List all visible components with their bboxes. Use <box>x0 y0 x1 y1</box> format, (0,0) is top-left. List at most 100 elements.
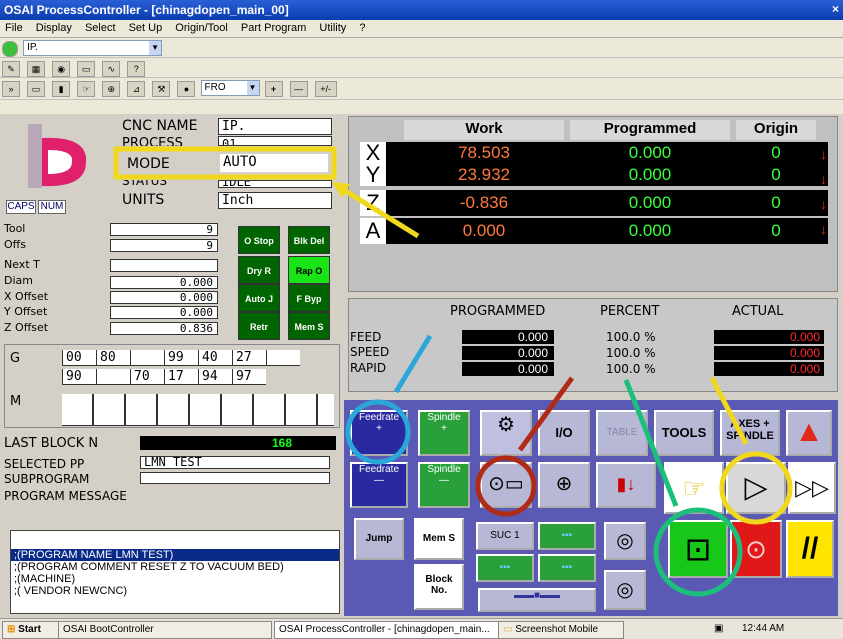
speed-percent: 100.0 % <box>606 346 656 360</box>
spindle-plus-button[interactable]: Spindle + <box>418 410 470 456</box>
mem-s-mode-button[interactable]: Mem S <box>288 312 330 340</box>
feed-actual: 0.000 <box>714 330 824 344</box>
plusminus-button[interactable]: +/- <box>314 81 337 97</box>
conveyor2-button[interactable]: ▪▪▪ <box>476 554 534 582</box>
program-listing[interactable]: ;(PROGRAM NAME LMN TEST) ;(PROGRAM COMME… <box>10 530 340 614</box>
feed-percent-header: PERCENT <box>600 304 660 319</box>
step-icon[interactable]: ▭ <box>27 81 46 97</box>
program-line[interactable]: ;(MACHINE) <box>11 573 339 585</box>
start-button[interactable]: ⊞ Start <box>2 621 60 639</box>
task-processcontroller[interactable]: OSAI ProcessController - [chinagdopen_ma… <box>274 621 500 639</box>
spindle-icon: ◎ <box>616 579 634 601</box>
fro-combo[interactable]: FRO ▼ <box>200 80 260 96</box>
pencil-icon[interactable]: ✎ <box>2 61 20 77</box>
menu-select[interactable]: Select <box>80 20 121 36</box>
hand-icon: ☞ <box>682 473 706 503</box>
find-zero-button[interactable]: ⊕ <box>538 462 590 508</box>
speed-label: SPEED <box>350 345 390 359</box>
axes-spindle-button[interactable]: AXES + SPINDLE <box>720 410 780 456</box>
feedrate-minus-button[interactable]: Feedrate — <box>350 462 408 508</box>
rap-o-button[interactable]: Rap O <box>288 256 330 284</box>
program-line[interactable]: ;(PROGRAM COMMENT RESET Z TO VACUUM BED) <box>11 561 339 573</box>
menu-utility[interactable]: Utility <box>314 20 351 36</box>
g-cell <box>266 350 300 366</box>
status-light-icon <box>2 41 18 57</box>
g-cell: 94 <box>198 369 232 385</box>
blk-del-button[interactable]: Blk Del <box>288 226 330 254</box>
conveyor-icon: ▪▪▪ <box>499 562 511 573</box>
o-stop-button[interactable]: O Stop <box>238 226 280 254</box>
close-button[interactable]: × <box>832 2 839 16</box>
m-cells <box>62 394 334 426</box>
rapid-percent: 100.0 % <box>606 362 656 376</box>
table-button[interactable]: TABLE <box>596 410 648 456</box>
program-line[interactable]: ;( VENDOR NEWCNC) <box>11 585 339 597</box>
io-button[interactable]: I/O <box>538 410 590 456</box>
machine-button[interactable]: ⚙ <box>480 410 532 456</box>
windows-icon: ⊞ <box>7 624 16 635</box>
minus-button[interactable]: — <box>289 81 308 97</box>
menu-file[interactable]: File <box>0 20 28 36</box>
grid-icon[interactable]: ▦ <box>27 61 46 77</box>
program-line[interactable]: ;(PROGRAM NAME LMN TEST) <box>11 549 339 561</box>
spindle-on-button[interactable]: ◎ <box>604 522 646 560</box>
tools-button[interactable]: TOOLS <box>654 410 714 456</box>
task-bootcontroller[interactable]: OSAI BootController <box>58 621 272 639</box>
process-combo[interactable]: IP. ▼ <box>23 40 163 56</box>
continuous-button[interactable]: ▷▷ <box>788 462 836 514</box>
suc1-button[interactable]: SUC 1 <box>476 522 534 550</box>
single-step-button[interactable]: ▷ <box>726 462 786 514</box>
spindle-minus-button[interactable]: Spindle — <box>418 462 470 508</box>
spindle-icon: ◎ <box>616 530 634 552</box>
feedrate-plus-button[interactable]: Feedrate + <box>350 410 408 456</box>
g-cell: 40 <box>198 350 232 366</box>
conveyor-icon: ▪▪▪ <box>561 530 573 541</box>
spindle-down-button[interactable]: ▮↓ <box>596 462 656 508</box>
jump-button[interactable]: Jump <box>354 518 404 560</box>
alarm-button[interactable]: ▲ <box>786 410 832 456</box>
menu-help[interactable]: ? <box>354 20 370 36</box>
last-block-label: LAST BLOCK N <box>4 436 99 451</box>
plus-button[interactable]: + <box>264 81 283 97</box>
mem-s-button[interactable]: Mem S <box>414 518 464 560</box>
help-icon[interactable]: ? <box>127 61 146 77</box>
folder-icon[interactable]: ▭ <box>77 61 96 77</box>
path-button[interactable]: ⊙▭ <box>480 462 532 508</box>
cycle-icon[interactable]: » <box>2 81 20 97</box>
f-byp-button[interactable]: F Byp <box>288 284 330 312</box>
axis-origin-x: 0 <box>771 143 781 162</box>
cycle-stop-button[interactable]: ⊙ <box>730 520 782 578</box>
units-value: Inch <box>218 192 332 209</box>
menu-display[interactable]: Display <box>31 20 77 36</box>
axis-origin-a: 0 <box>771 221 781 240</box>
conveyor-button[interactable]: ▪▪▪ <box>538 522 596 550</box>
block-no-button[interactable]: Block No. <box>414 564 464 610</box>
axis-work-a: 0.000 <box>462 221 506 240</box>
hand-icon[interactable]: ☞ <box>77 81 96 97</box>
wave-icon[interactable]: ∿ <box>102 61 121 77</box>
menu-part-program[interactable]: Part Program <box>236 20 311 36</box>
disk-icon[interactable]: ◉ <box>52 61 71 77</box>
stop-icon[interactable]: ● <box>177 81 196 97</box>
spindle2-button[interactable]: ◎ <box>604 570 646 610</box>
reset-button[interactable]: // <box>786 520 834 578</box>
x-offset-label: X Offset <box>4 290 49 303</box>
offset-icon[interactable]: ⊿ <box>127 81 146 97</box>
jog-hand-button[interactable]: ☞ <box>664 462 724 514</box>
retr-button[interactable]: Retr <box>238 312 280 340</box>
menu-setup[interactable]: Set Up <box>124 20 168 36</box>
task-screenshot[interactable]: ▭ Screenshot Mobile <box>498 621 624 639</box>
auto-j-button[interactable]: Auto J <box>238 284 280 312</box>
tray-icons: ▣ <box>714 623 724 634</box>
g-cell: 17 <box>164 369 198 385</box>
axis-origin-y: 0 <box>771 165 781 184</box>
slider-button[interactable]: ▬▬■▬▬ <box>478 588 596 612</box>
menu-origin-tool[interactable]: Origin/Tool <box>170 20 233 36</box>
conveyor3-button[interactable]: ▪▪▪ <box>538 554 596 582</box>
feed-programmed-header: PROGRAMMED <box>450 304 546 319</box>
origin-icon[interactable]: ⊕ <box>102 81 121 97</box>
tool-icon[interactable]: ⚒ <box>152 81 171 97</box>
cycle-start-button[interactable]: ⊡ <box>668 520 728 578</box>
step-block-icon[interactable]: ▮ <box>52 81 71 97</box>
dry-r-button[interactable]: Dry R <box>238 256 280 284</box>
